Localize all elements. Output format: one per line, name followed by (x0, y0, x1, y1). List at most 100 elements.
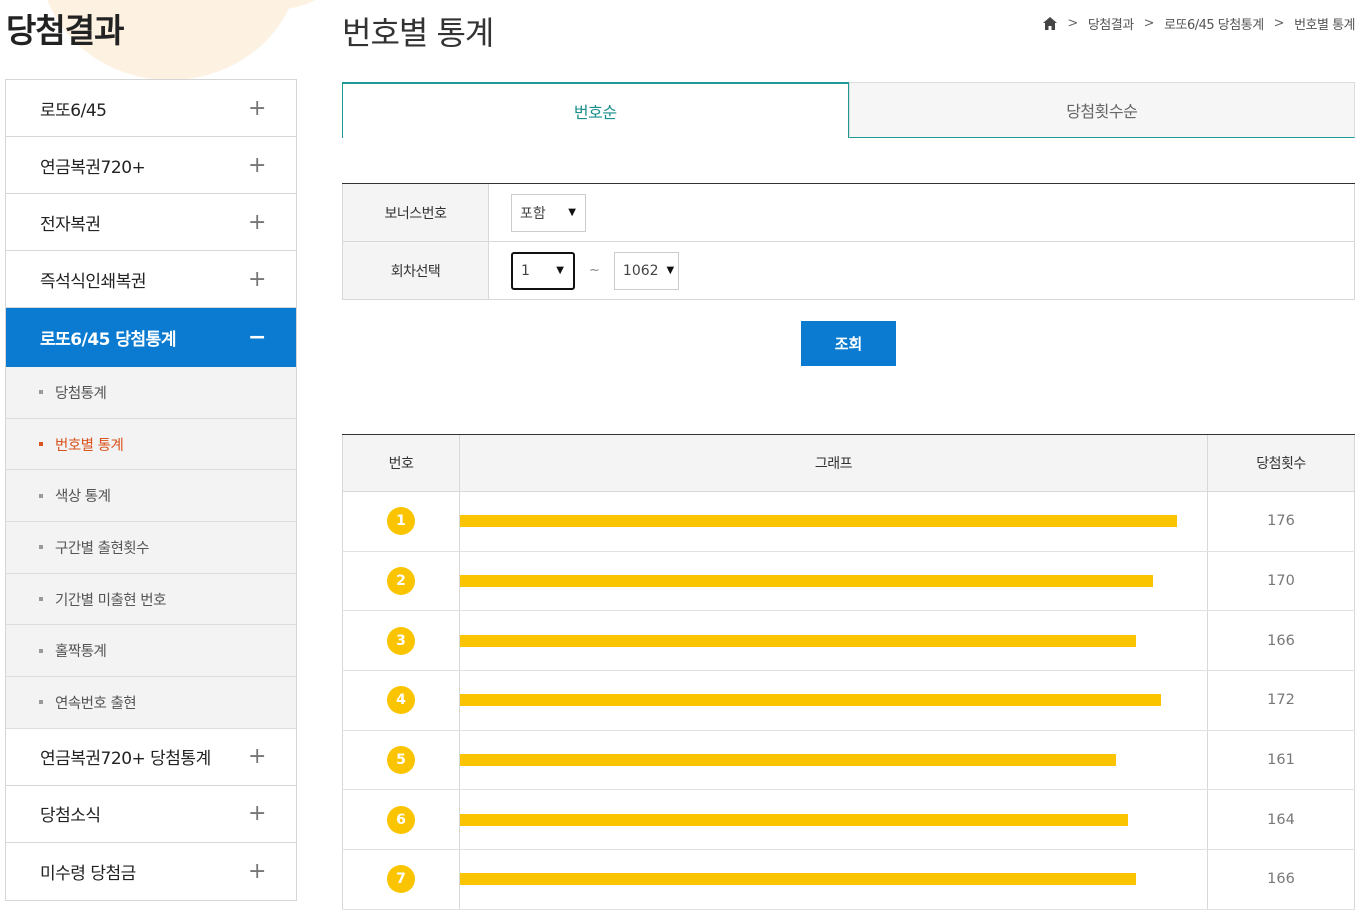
graph-cell (460, 850, 1208, 909)
round-label: 회차선택 (342, 242, 489, 299)
sub-item-label: 색상 통계 (55, 489, 111, 506)
tab-bar: 번호순 당첨횟수순 (342, 82, 1355, 138)
sidebar-item-e-lottery[interactable]: 전자복권 + (6, 194, 296, 251)
number-cell: 1 (342, 492, 460, 551)
sidebar-item-news[interactable]: 당첨소식 + (6, 786, 296, 843)
sidebar-item-label: 로또6/45 (40, 100, 107, 121)
lotto-ball: 1 (387, 507, 415, 536)
breadcrumb: > 당첨결과 > 로또6/45 당첨통계 > 번호별 통계 (1043, 14, 1355, 33)
graph-cell (460, 611, 1208, 671)
table-row: 4 172 (342, 671, 1355, 731)
lotto-ball: 2 (387, 567, 415, 596)
home-icon[interactable] (1043, 17, 1058, 30)
table-row: 5 161 (342, 730, 1355, 791)
sub-item-consecutive[interactable]: 연속번호 출현 (6, 677, 296, 729)
sub-item-label: 구간별 출현횟수 (55, 540, 150, 557)
number-cell: 3 (342, 611, 460, 671)
lotto-ball: 5 (387, 746, 415, 775)
plus-icon: + (248, 858, 266, 884)
sub-item-number-stats[interactable]: 번호별 통계 (6, 419, 296, 471)
frequency-bar (460, 694, 1161, 707)
bonus-label: 보너스번호 (342, 184, 489, 241)
number-cell: 4 (342, 671, 460, 730)
count-cell: 172 (1208, 671, 1355, 730)
search-button[interactable]: 조회 (801, 321, 896, 366)
sub-item-label: 번호별 통계 (55, 437, 124, 454)
chevron-right-icon: > (1273, 16, 1285, 31)
filter-row-bonus: 보너스번호 포함 ▼ (342, 184, 1355, 242)
sidebar-item-pension720[interactable]: 연금복권720+ + (6, 137, 296, 194)
sidebar-item-pension-stats[interactable]: 연금복권720+ 당첨통계 + (6, 729, 296, 786)
tab-by-count[interactable]: 당첨횟수순 (848, 82, 1355, 138)
sidebar-item-unclaimed[interactable]: 미수령 당첨금 + (6, 843, 296, 900)
plus-icon: + (248, 744, 266, 770)
sidebar-item-label: 연금복권720+ 당첨통계 (40, 749, 211, 770)
sub-item-unseen-numbers[interactable]: 기간별 미출현 번호 (6, 574, 296, 626)
table-row: 3 166 (342, 611, 1355, 672)
tab-by-number[interactable]: 번호순 (342, 82, 849, 138)
dropdown-arrow-icon: ▼ (666, 265, 675, 276)
round-from-value: 1 (521, 262, 530, 279)
round-to-value: 1062 (622, 262, 659, 279)
plus-icon: + (248, 209, 266, 235)
sub-item-odd-even[interactable]: 홀짝통계 (6, 625, 296, 678)
bullet-icon (39, 700, 43, 705)
header-graph: 그래프 (460, 435, 1208, 491)
graph-cell (460, 492, 1208, 551)
sidebar-item-label: 로또6/45 당첨통계 (40, 330, 176, 350)
bullet-icon (39, 442, 43, 447)
frequency-bar (460, 754, 1116, 767)
breadcrumb-item[interactable]: 로또6/45 당첨통계 (1164, 14, 1264, 33)
chevron-right-icon: > (1067, 16, 1078, 31)
frequency-bar (460, 515, 1177, 528)
breadcrumb-item: 번호별 통계 (1294, 18, 1355, 33)
table-row: 1 176 (342, 492, 1355, 552)
lotto-ball: 7 (387, 865, 415, 894)
sidebar-item-label: 전자복권 (40, 214, 101, 235)
number-stats-table: 번호 그래프 당첨횟수 1 176 2 170 3 166 4 172 5 161 6 164 7 166 (342, 434, 1355, 910)
filter-table: 보너스번호 포함 ▼ 회차선택 1 ▼ ~ 1062 ▼ (342, 183, 1355, 300)
sidebar-item-lotto-stats[interactable]: 로또6/45 당첨통계 − (6, 308, 296, 367)
sub-item-label: 기간별 미출현 번호 (55, 592, 166, 609)
table-row: 6 164 (342, 790, 1355, 851)
bonus-value-cell: 포함 ▼ (489, 184, 1355, 241)
chevron-right-icon: > (1143, 16, 1155, 31)
count-cell: 170 (1208, 551, 1355, 611)
sub-item-range-stats[interactable]: 구간별 출현횟수 (6, 522, 296, 574)
sidebar-item-lotto645[interactable]: 로또6/45 + (6, 80, 296, 137)
table-body: 1 176 2 170 3 166 4 172 5 161 6 164 7 166 (342, 492, 1355, 910)
bullet-icon (39, 545, 43, 550)
graph-cell (460, 671, 1208, 730)
sidebar-item-instant-print[interactable]: 즉석식인쇄복권 + (6, 251, 296, 308)
number-cell: 2 (342, 551, 460, 611)
bonus-select-value: 포함 (520, 205, 546, 222)
bullet-icon (39, 390, 43, 395)
sub-item-color-stats[interactable]: 색상 통계 (6, 470, 296, 523)
header-count: 당첨횟수 (1208, 435, 1355, 491)
sub-item-label: 당첨통계 (55, 385, 107, 402)
frequency-bar (460, 813, 1128, 826)
bullet-icon (39, 648, 43, 653)
sub-item-label: 홀짝통계 (55, 644, 107, 661)
round-from-select[interactable]: 1 ▼ (511, 251, 575, 290)
header-number: 번호 (342, 435, 460, 491)
filter-row-round: 회차선택 1 ▼ ~ 1062 ▼ (342, 242, 1355, 300)
round-to-select[interactable]: 1062 ▼ (613, 251, 679, 290)
graph-cell (460, 790, 1208, 850)
frequency-bar (460, 575, 1153, 588)
bonus-select[interactable]: 포함 ▼ (511, 193, 586, 232)
plus-icon: + (248, 801, 266, 827)
table-row: 7 166 (342, 850, 1355, 910)
bullet-icon (39, 597, 43, 602)
count-cell: 164 (1208, 790, 1355, 850)
page-title: 번호별 통계 (342, 14, 494, 52)
breadcrumb-item[interactable]: 당첨결과 (1088, 14, 1134, 33)
range-separator: ~ (589, 263, 600, 278)
lotto-ball: 4 (387, 686, 415, 715)
plus-icon: + (248, 266, 266, 292)
round-value-cell: 1 ▼ ~ 1062 ▼ (489, 242, 1355, 299)
dropdown-arrow-icon: ▼ (556, 265, 564, 276)
sidebar-nav: 로또6/45 + 연금복권720+ + 전자복권 + 즉석식인쇄복권 + 로또6… (5, 79, 297, 901)
sub-item-win-stats[interactable]: 당첨통계 (6, 367, 296, 419)
section-title: 당첨결과 (6, 11, 124, 50)
